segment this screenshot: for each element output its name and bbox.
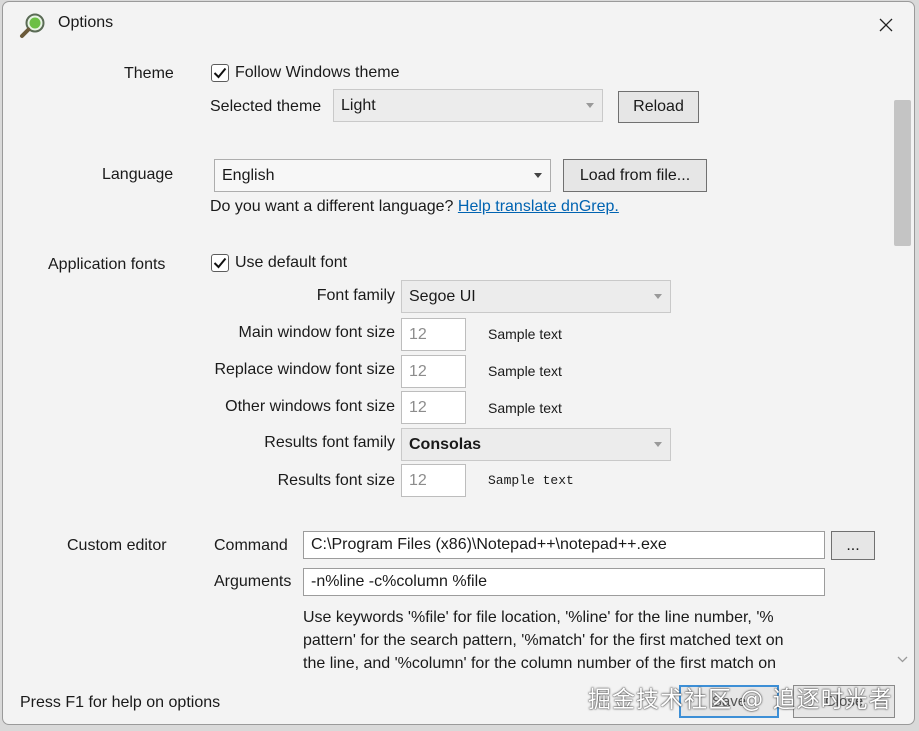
replace-window-sample-text: Sample text xyxy=(488,363,562,379)
help-translate-link[interactable]: Help translate dnGrep. xyxy=(458,198,619,215)
f1-help-hint: Press F1 for help on options xyxy=(20,694,221,711)
close-window-button[interactable] xyxy=(858,2,914,48)
use-default-font-checkbox[interactable] xyxy=(211,254,229,272)
vertical-scrollbar[interactable] xyxy=(891,48,914,678)
chevron-down-icon xyxy=(654,442,662,447)
main-window-sample-text: Sample text xyxy=(488,326,562,342)
other-windows-font-size-label: Other windows font size xyxy=(225,398,395,415)
language-prompt: Do you want a different language? Help t… xyxy=(210,198,619,216)
selected-theme-dropdown[interactable]: Light xyxy=(333,89,603,122)
results-sample-text: Sample text xyxy=(488,473,574,488)
close-icon xyxy=(879,18,893,32)
replace-window-font-size-label: Replace window font size xyxy=(214,361,395,378)
language-prompt-text: Do you want a different language? xyxy=(210,198,454,215)
command-label: Command xyxy=(214,537,288,554)
editor-help-line: Use keywords '%file' for file location, … xyxy=(303,609,774,626)
chevron-down-icon xyxy=(586,103,594,108)
magnifier-icon xyxy=(20,13,45,38)
follow-windows-theme-label[interactable]: Follow Windows theme xyxy=(235,64,400,82)
other-windows-sample-text: Sample text xyxy=(488,400,562,416)
scrollbar-thumb[interactable] xyxy=(894,100,911,246)
scroll-down-icon[interactable] xyxy=(897,656,908,663)
selected-theme-value: Light xyxy=(341,96,376,114)
custom-editor-section-label: Custom editor xyxy=(67,537,167,554)
title-bar: Options xyxy=(3,2,914,48)
checkmark-icon xyxy=(213,257,227,269)
window-title: Options xyxy=(58,14,114,31)
font-family-label: Font family xyxy=(316,287,395,304)
use-default-font-label[interactable]: Use default font xyxy=(235,254,347,272)
theme-section-label: Theme xyxy=(124,65,174,82)
main-window-font-size-input[interactable]: 12 xyxy=(401,318,466,351)
font-family-dropdown[interactable]: Segoe UI xyxy=(401,280,671,313)
replace-window-font-size-input[interactable]: 12 xyxy=(401,355,466,388)
results-font-family-label: Results font family xyxy=(264,434,395,451)
chevron-down-icon xyxy=(534,173,542,178)
application-fonts-section-label: Application fonts xyxy=(48,256,166,273)
main-window-font-size-label: Main window font size xyxy=(238,324,395,341)
language-dropdown[interactable]: English xyxy=(214,159,551,192)
follow-windows-theme-checkbox[interactable] xyxy=(211,64,229,82)
load-from-file-button[interactable]: Load from file... xyxy=(563,159,707,192)
arguments-label: Arguments xyxy=(214,573,292,590)
watermark-text: 掘金技术社区 @ 追逐时光者 xyxy=(588,687,893,713)
command-input[interactable]: C:\Program Files (x86)\Notepad++\notepad… xyxy=(303,531,825,559)
selected-theme-label: Selected theme xyxy=(210,98,322,115)
chevron-down-icon xyxy=(654,294,662,299)
results-font-family-value: Consolas xyxy=(409,435,482,453)
results-font-family-dropdown[interactable]: Consolas xyxy=(401,428,671,461)
language-value: English xyxy=(222,166,275,184)
options-content: Theme Follow Windows theme Selected them… xyxy=(3,48,891,672)
browse-command-button[interactable]: ... xyxy=(831,531,875,560)
editor-help-line: the line, and '%column' for the column n… xyxy=(303,655,777,672)
reload-button[interactable]: Reload xyxy=(618,91,699,123)
editor-help-line: pattern' for the search pattern, '%match… xyxy=(303,632,784,649)
editor-keywords-help: Use keywords '%file' for file location, … xyxy=(303,606,784,672)
other-windows-font-size-input[interactable]: 12 xyxy=(401,391,466,424)
arguments-input[interactable]: -n%line -c%column %file xyxy=(303,568,825,596)
options-dialog: Options Theme Follow Windows theme Selec… xyxy=(2,1,915,725)
font-family-value: Segoe UI xyxy=(409,287,476,305)
checkmark-icon xyxy=(213,67,227,79)
results-font-size-label: Results font size xyxy=(277,472,395,489)
results-font-size-input[interactable]: 12 xyxy=(401,464,466,497)
language-section-label: Language xyxy=(102,166,174,183)
